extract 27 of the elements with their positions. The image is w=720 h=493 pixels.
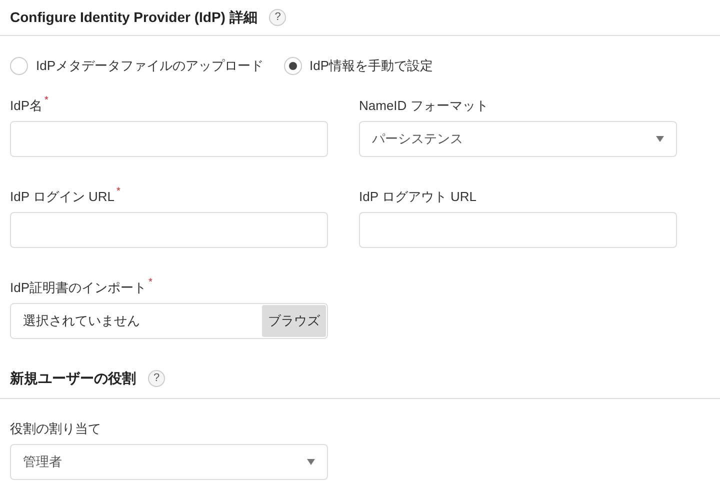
help-icon[interactable]: ? (269, 9, 286, 26)
field-label: IdP名 (10, 97, 43, 115)
caret-icon (307, 459, 315, 465)
radio-option[interactable]: IdPメタデータファイルのアップロード (10, 56, 264, 76)
field-label: IdP証明書のインポート (10, 279, 147, 297)
section-title: 新規ユーザーの役割 (10, 369, 136, 388)
field-label: IdP ログアウト URL (359, 188, 477, 206)
input-field[interactable] (10, 212, 328, 248)
section-title: Configure Identity Provider (IdP) 詳細 (10, 8, 258, 27)
dropdown[interactable]: パーシステンス (359, 121, 677, 157)
file-status: 選択されていません (23, 312, 140, 330)
file-field[interactable]: 選択されていません ブラウズ (10, 303, 328, 339)
browse-button[interactable]: ブラウズ (262, 305, 326, 337)
help-icon[interactable]: ? (148, 370, 165, 387)
field-label: 役割の割り当て (10, 420, 101, 438)
required-mark: * (116, 187, 120, 197)
field-label: IdP ログイン URL (10, 188, 115, 206)
required-mark: * (148, 278, 152, 288)
radio-button[interactable] (10, 57, 28, 75)
caret-icon (656, 136, 664, 142)
field-label: NameID フォーマット (359, 97, 488, 115)
input-field[interactable] (10, 121, 328, 157)
input-field[interactable] (359, 212, 677, 248)
dropdown[interactable]: 管理者 (10, 444, 328, 480)
radio-option[interactable]: IdP情報を手動で設定 (284, 56, 434, 76)
required-mark: * (44, 96, 48, 106)
radio-button[interactable] (284, 57, 302, 75)
